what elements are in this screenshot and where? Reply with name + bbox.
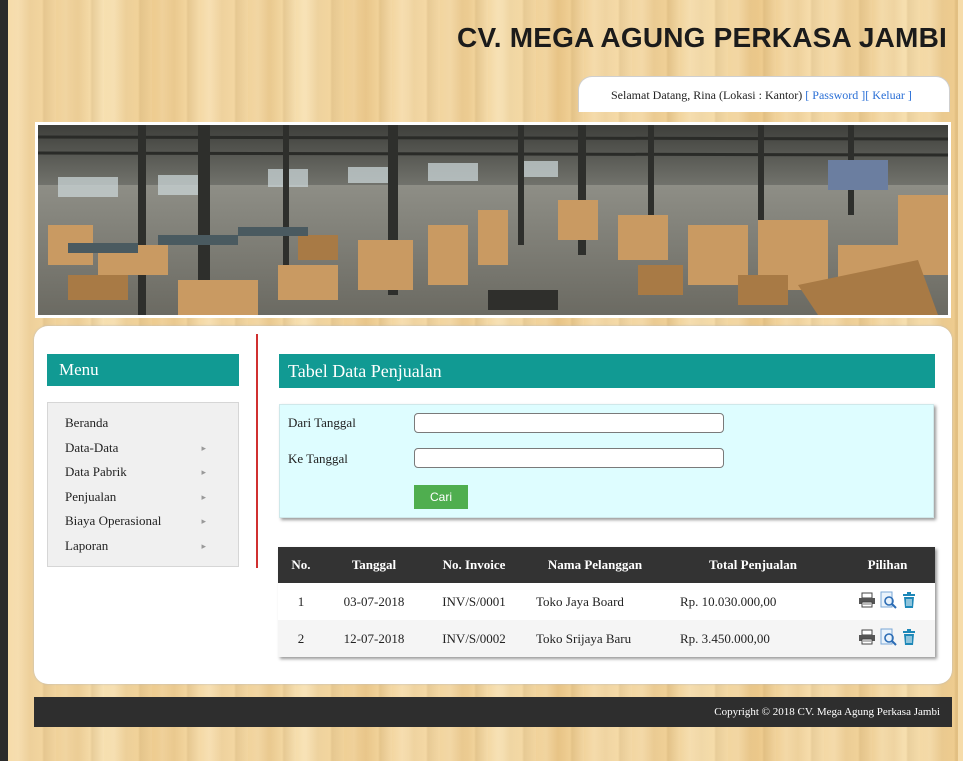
cell-invoice: INV/S/0001 <box>442 593 506 609</box>
menu-title: Menu <box>47 354 239 386</box>
sales-table-container: No. Tanggal No. Invoice Nama Pelanggan T… <box>278 547 935 657</box>
column-header-no: No. <box>291 557 311 572</box>
cell-pelanggan: Toko Srijaya Baru <box>536 630 632 646</box>
print-icon[interactable] <box>858 628 876 646</box>
chevron-right-icon: ▸ <box>201 442 206 453</box>
site-title: CV. MEGA AGUNG PERKASA JAMBI <box>457 22 947 53</box>
footer: Copyright © 2018 CV. Mega Agung Perkasa … <box>34 697 952 727</box>
view-icon[interactable] <box>879 628 897 646</box>
table-header-row: No. Tanggal No. Invoice Nama Pelanggan T… <box>278 547 935 583</box>
sidebar-item-label: Data Pabrik <box>65 464 127 480</box>
cell-invoice: INV/S/0002 <box>442 630 506 646</box>
sidebar-item-label: Beranda <box>65 415 109 430</box>
column-header-pilihan: Pilihan <box>867 557 908 572</box>
from-date-label: Dari Tanggal <box>288 415 356 430</box>
cell-total: Rp. 10.030.000,00 <box>680 593 777 609</box>
chevron-right-icon: ▸ <box>201 491 206 502</box>
chevron-right-icon: ▸ <box>201 467 206 478</box>
copyright-text: Copyright © 2018 CV. Mega Agung Perkasa … <box>714 706 940 718</box>
chevron-right-icon: ▸ <box>201 540 206 551</box>
date-filter-form: Dari Tanggal Ke Tanggal Cari <box>279 404 934 518</box>
search-button[interactable]: Cari <box>414 485 468 509</box>
sidebar-menu: Beranda Data-Data ▸ Data Pabrik ▸ Penjua… <box>47 402 239 567</box>
welcome-bar: Selamat Datang, Rina (Lokasi : Kantor) [… <box>578 76 950 112</box>
print-icon[interactable] <box>858 591 876 609</box>
sidebar-item-label: Laporan <box>65 537 109 553</box>
cell-actions <box>840 620 935 657</box>
cell-total: Rp. 3.450.000,00 <box>680 630 770 646</box>
sidebar-item-beranda[interactable]: Beranda <box>48 411 238 436</box>
logout-link[interactable]: [ Keluar ] <box>865 88 912 102</box>
column-header-total: Total Penjualan <box>708 557 797 572</box>
panel-title: Tabel Data Penjualan <box>279 354 935 388</box>
chevron-right-icon: ▸ <box>201 516 206 527</box>
view-icon[interactable] <box>879 591 897 609</box>
sidebar-item-data-data[interactable]: Data-Data ▸ <box>48 436 238 461</box>
sidebar-item-penjualan[interactable]: Penjualan ▸ <box>48 485 238 510</box>
table-row: 1 03-07-2018 INV/S/0001 Toko Jaya Board … <box>278 583 935 620</box>
cell-no: 1 <box>297 593 305 609</box>
table-row: 2 12-07-2018 INV/S/0002 Toko Srijaya Bar… <box>278 620 935 657</box>
welcome-text: Selamat Datang, Rina (Lokasi : Kantor) <box>611 88 803 102</box>
cell-pelanggan: Toko Jaya Board <box>536 593 624 609</box>
sidebar-item-laporan[interactable]: Laporan ▸ <box>48 534 238 559</box>
cell-tanggal: 12-07-2018 <box>343 630 405 646</box>
to-date-input[interactable] <box>414 448 724 468</box>
cell-no: 2 <box>297 630 305 646</box>
from-date-input[interactable] <box>414 413 724 433</box>
delete-icon[interactable] <box>900 628 918 646</box>
red-divider <box>256 334 258 568</box>
column-header-pelanggan: Nama Pelanggan <box>547 557 643 572</box>
sidebar-item-label: Biaya Operasional <box>65 513 162 529</box>
right-edge <box>958 0 963 761</box>
column-header-tanggal: Tanggal <box>351 557 397 572</box>
password-link[interactable]: [ Password ] <box>805 88 865 102</box>
sidebar-item-biaya-operasional[interactable]: Biaya Operasional ▸ <box>48 509 238 534</box>
to-date-label: Ke Tanggal <box>288 451 348 466</box>
sidebar-item-data-pabrik[interactable]: Data Pabrik ▸ <box>48 460 238 485</box>
sidebar-item-label: Data-Data <box>65 439 119 455</box>
cell-tanggal: 03-07-2018 <box>343 593 405 609</box>
sales-table: No. Tanggal No. Invoice Nama Pelanggan T… <box>278 547 935 657</box>
column-header-invoice: No. Invoice <box>442 557 506 572</box>
factory-banner-image <box>35 122 951 318</box>
sidebar-item-label: Penjualan <box>65 488 117 504</box>
left-edge <box>0 0 8 761</box>
cell-actions <box>840 583 935 620</box>
delete-icon[interactable] <box>900 591 918 609</box>
